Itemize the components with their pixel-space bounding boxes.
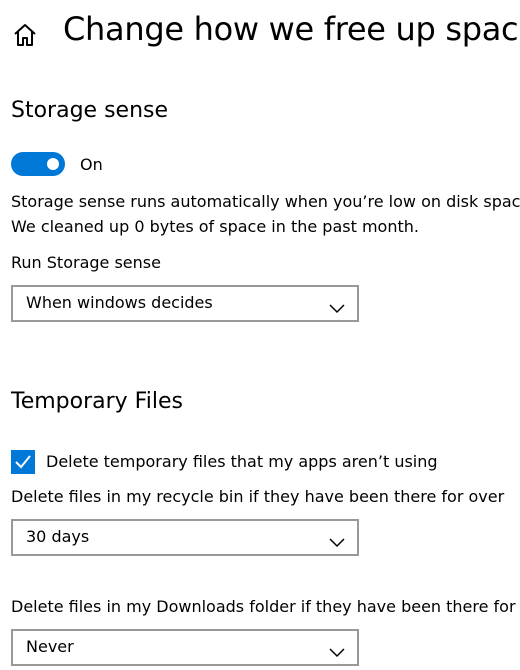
page-title: Change how we free up space (63, 10, 520, 48)
downloads-folder-dropdown[interactable]: Never (11, 629, 359, 666)
run-storage-sense-label: Run Storage sense (11, 253, 161, 272)
delete-temp-files-checkbox[interactable] (11, 450, 35, 474)
delete-temp-files-label: Delete temporary files that my apps aren… (46, 452, 438, 471)
recycle-bin-dropdown[interactable]: 30 days (11, 519, 359, 556)
run-storage-sense-dropdown[interactable]: When windows decides (11, 285, 359, 322)
settings-page: Change how we free up space Storage sens… (0, 0, 520, 670)
chevron-down-icon (329, 643, 345, 658)
storage-sense-description: Storage sense runs automatically when yo… (11, 192, 520, 211)
dropdown-value: 30 days (26, 527, 90, 546)
dropdown-value: When windows decides (26, 293, 213, 312)
recycle-bin-label: Delete files in my recycle bin if they h… (11, 487, 505, 506)
storage-sense-heading: Storage sense (11, 98, 169, 123)
checkmark-icon (15, 455, 31, 469)
temporary-files-heading: Temporary Files (11, 389, 183, 414)
home-icon[interactable] (12, 22, 38, 48)
dropdown-value: Never (26, 637, 74, 656)
storage-sense-toggle[interactable] (11, 152, 65, 176)
chevron-down-icon (329, 299, 345, 314)
toggle-knob (47, 158, 59, 170)
downloads-folder-label: Delete files in my Downloads folder if t… (11, 597, 520, 616)
cleaned-up-summary: We cleaned up 0 bytes of space in the pa… (11, 217, 419, 236)
chevron-down-icon (329, 533, 345, 548)
toggle-state-label: On (80, 155, 103, 174)
